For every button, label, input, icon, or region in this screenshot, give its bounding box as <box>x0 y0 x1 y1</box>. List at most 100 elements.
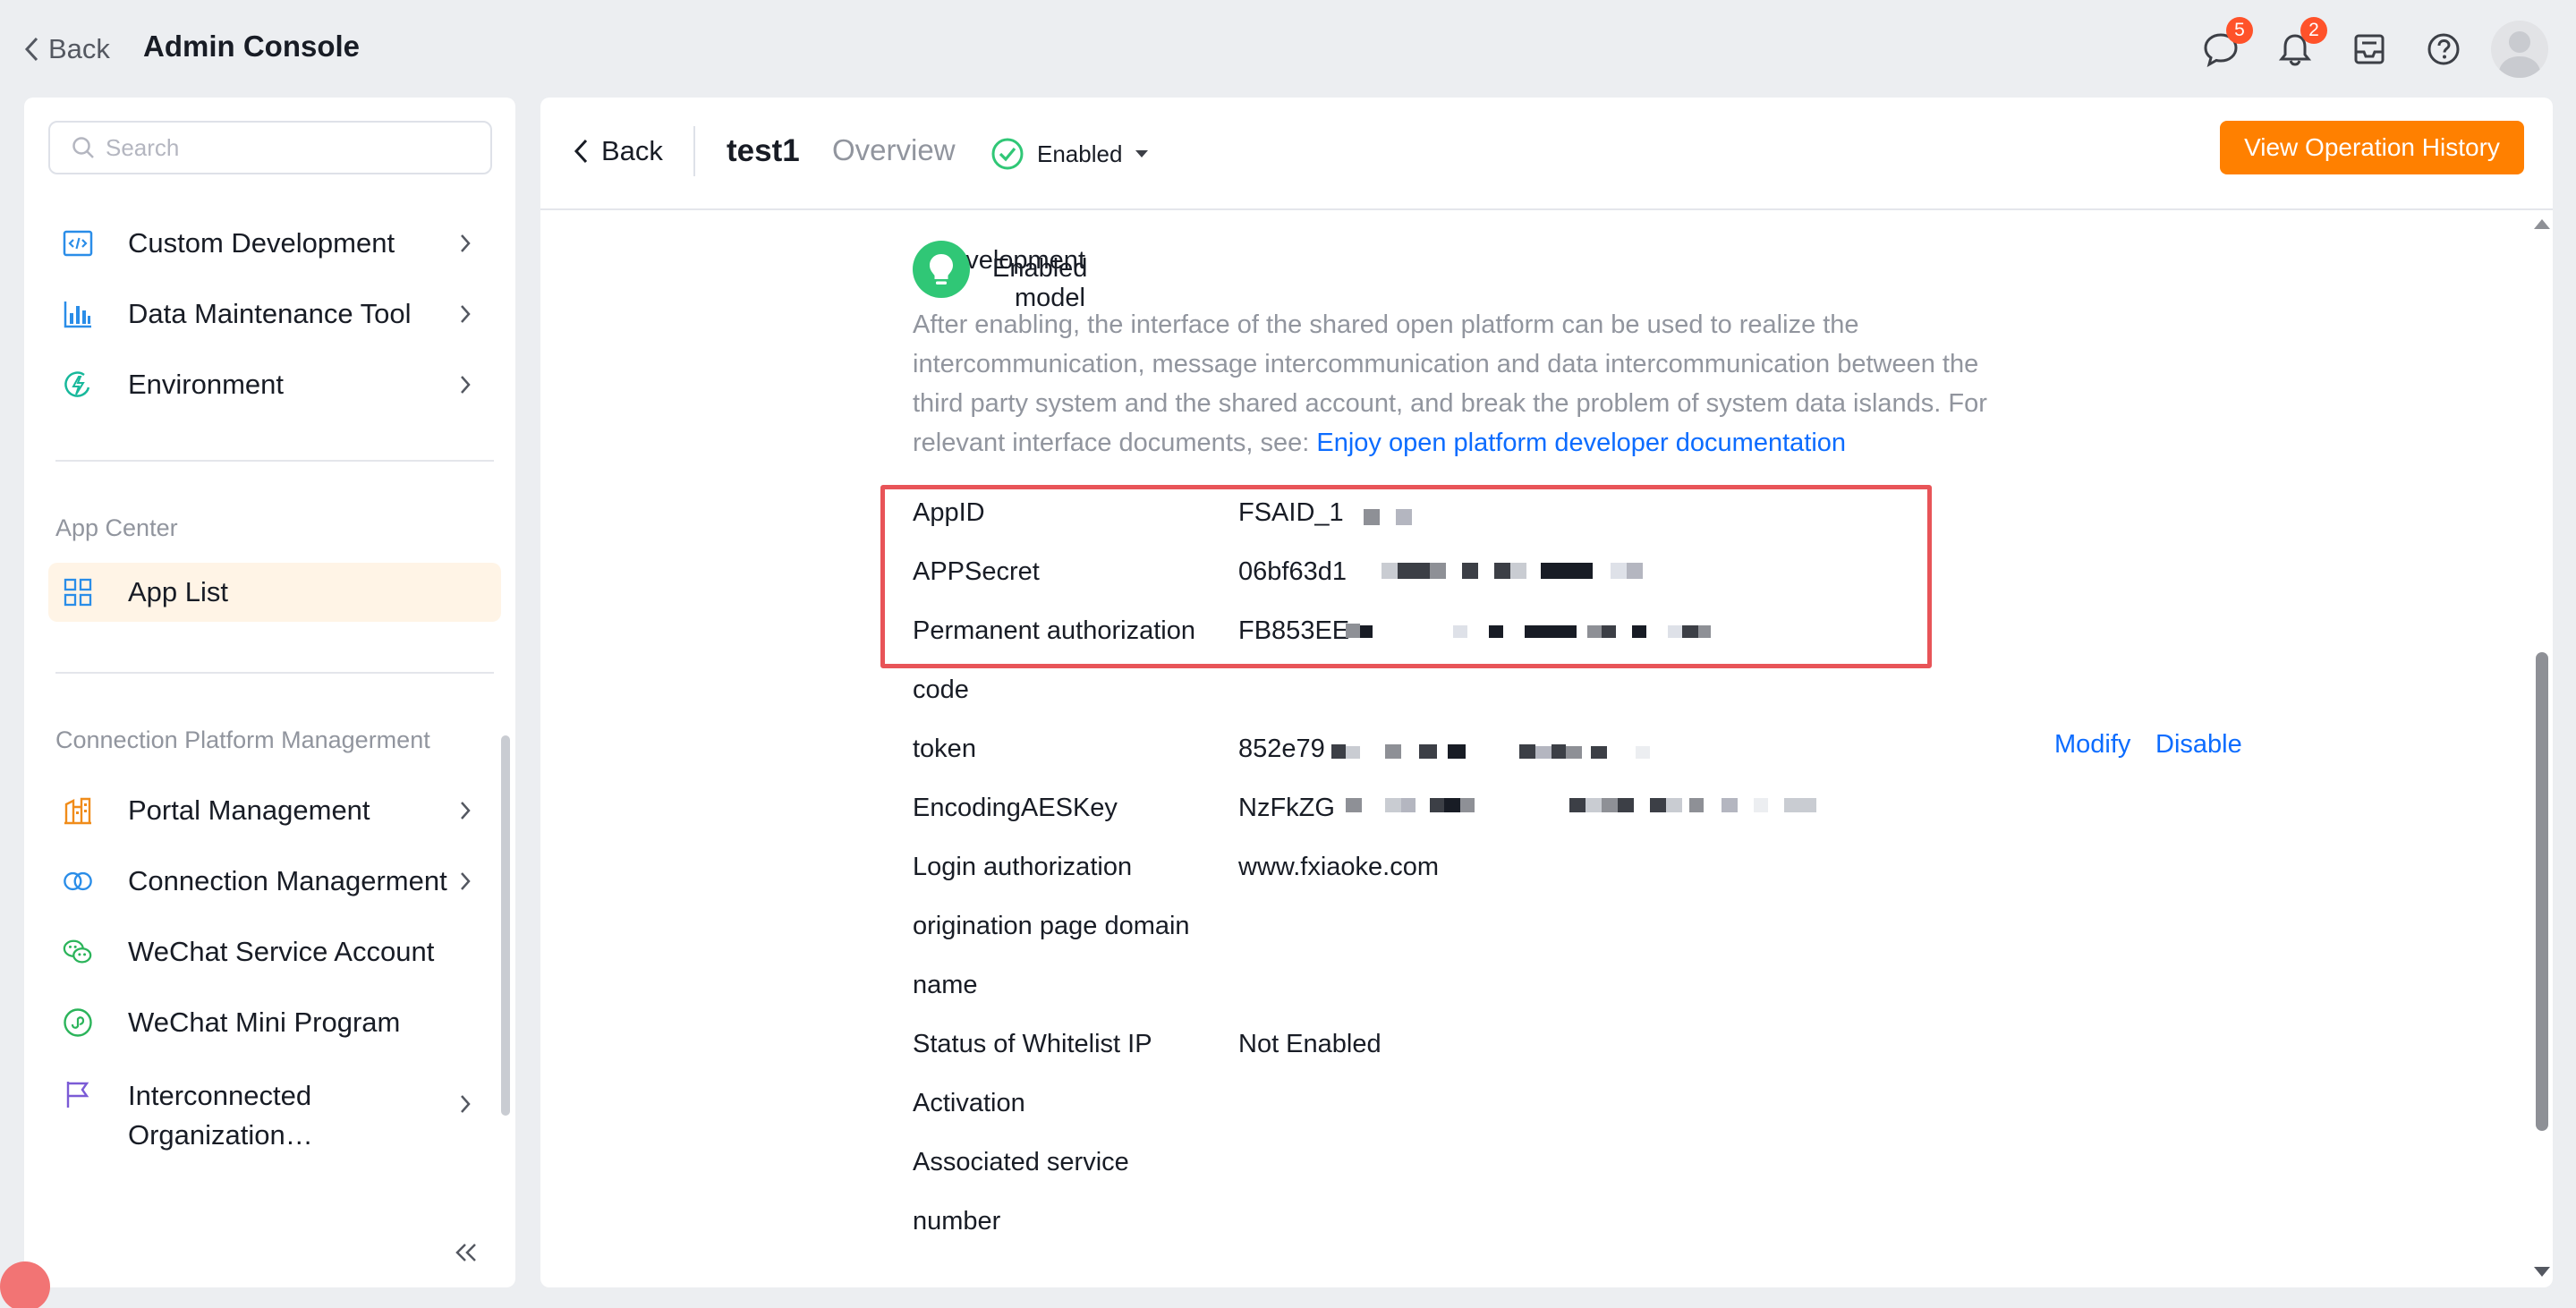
main-panel: Back test1 Overview Enabled View Operati… <box>540 98 2553 1287</box>
chevron-right-icon <box>461 802 471 820</box>
row-label-login-authorization: Login authorization <box>913 853 1133 881</box>
app-name: test1 <box>727 133 800 168</box>
status-label: Enabled <box>1037 140 1123 167</box>
developer-doc-link[interactable]: Enjoy open platform developer documentat… <box>1316 429 1846 457</box>
sidebar-item-wechat-mini-program[interactable]: WeChat Mini Program <box>48 993 501 1052</box>
sidebar-item-portal-management[interactable]: Portal Management <box>48 781 501 840</box>
floating-assistant-dot[interactable] <box>0 1261 50 1308</box>
messages-badge: 5 <box>2226 17 2253 44</box>
search-input[interactable] <box>106 133 463 162</box>
row-value-appid: FSAID_1 <box>1238 498 1344 527</box>
user-silhouette-icon <box>2498 31 2541 78</box>
row-label-origination-page-domain: origination page domain <box>913 912 1190 940</box>
app-detail-header: Back test1 Overview Enabled View Operati… <box>540 98 2553 210</box>
search-icon <box>72 137 94 158</box>
row-value-permanent-authorization: FB853EE <box>1238 616 1350 645</box>
sidebar-item-app-list[interactable]: App List <box>48 563 501 622</box>
top-back-label: Back <box>48 33 110 64</box>
notifications-button[interactable]: 2 <box>2275 17 2327 69</box>
scroll-down-arrow-icon[interactable] <box>2532 1265 2552 1279</box>
inbox-icon <box>2354 34 2385 64</box>
linked-circles-icon <box>63 866 93 896</box>
row-label-token: token <box>913 735 976 763</box>
dev-model-description: After enabling, the interface of the sha… <box>913 305 2031 463</box>
modify-token-link[interactable]: Modify <box>2054 730 2130 760</box>
check-circle-icon <box>991 138 1024 170</box>
lightbulb-icon <box>930 254 953 285</box>
sidebar-item-interconnected-organization[interactable]: Interconnected Organization… <box>48 1064 501 1162</box>
notifications-badge: 2 <box>2300 17 2327 44</box>
connection-platform-heading: Connection Platform Managerment <box>55 726 430 753</box>
messages-button[interactable]: 5 <box>2201 17 2253 69</box>
row-value-encodingaeskey: NzFkZG <box>1238 794 1335 822</box>
sidebar-item-connection-managerment[interactable]: Connection Managerment <box>48 852 501 911</box>
row-value-token: 852e79 <box>1238 735 1325 763</box>
chevron-right-icon <box>461 305 471 323</box>
sidebar-item-data-maintenance-tool[interactable]: Data Maintenance Tool <box>48 285 501 344</box>
row-label-appsecret: APPSecret <box>913 557 1040 586</box>
row-label-number: number <box>913 1207 1001 1236</box>
sidebar-item-label: WeChat Mini Program <box>128 1006 401 1038</box>
sidebar-scrollbar[interactable] <box>501 735 510 1116</box>
row-label-encodingaeskey: EncodingAESKey <box>913 794 1118 822</box>
app-back-button[interactable]: Back <box>573 129 663 174</box>
app-title: Admin Console <box>143 30 361 63</box>
scroll-up-arrow-icon[interactable] <box>2532 217 2552 231</box>
sidebar-item-wechat-service-account[interactable]: WeChat Service Account <box>48 922 501 981</box>
sidebar-item-label: WeChat Service Account <box>128 936 435 967</box>
sidebar-divider <box>55 672 494 674</box>
chevron-right-icon <box>461 234 471 252</box>
view-operation-history-button[interactable]: View Operation History <box>2220 121 2524 174</box>
dev-model-status: Enabled <box>992 254 1088 283</box>
collapse-sidebar-icon[interactable] <box>453 1241 480 1264</box>
row-label-code: code <box>913 675 969 704</box>
bar-chart-icon <box>63 299 93 329</box>
row-label-permanent-authorization: Permanent authorization <box>913 616 1195 645</box>
chevron-right-icon <box>461 1095 471 1113</box>
wechat-icon <box>63 937 93 967</box>
mini-program-icon <box>63 1007 93 1038</box>
help-button[interactable] <box>2424 30 2463 69</box>
avatar[interactable] <box>2491 21 2548 78</box>
sidebar-search[interactable] <box>48 121 492 174</box>
chevron-right-icon <box>461 376 471 394</box>
redaction-mask <box>1364 509 1417 525</box>
inbox-button[interactable] <box>2350 30 2389 69</box>
sidebar-divider <box>55 460 494 462</box>
row-value-whitelist-ip: Not Enabled <box>1238 1030 1382 1058</box>
building-icon <box>63 795 93 826</box>
caret-down-icon <box>1135 150 1149 157</box>
redaction-mask <box>1331 744 1707 760</box>
sidebar-item-label: Connection Managerment <box>128 865 447 896</box>
flag-icon <box>63 1079 93 1109</box>
top-back-button[interactable]: Back <box>23 30 110 68</box>
row-label-name: name <box>913 971 978 999</box>
sidebar: Custom Development Data Maintenance Tool… <box>24 98 515 1287</box>
sidebar-item-custom-development[interactable]: Custom Development <box>48 214 501 273</box>
row-label-whitelist-ip: Status of Whitelist IP <box>913 1030 1152 1058</box>
tab-overview[interactable]: Overview <box>832 133 956 167</box>
sidebar-item-environment[interactable]: Environment <box>48 355 501 414</box>
redaction-mask <box>1346 624 1739 640</box>
sidebar-item-label: App List <box>128 576 229 607</box>
grid-icon <box>63 577 93 607</box>
app-center-heading: App Center <box>55 514 178 541</box>
question-circle-icon <box>2427 33 2460 65</box>
sidebar-item-label: Environment <box>128 369 285 400</box>
disable-token-link[interactable]: Disable <box>2155 730 2242 760</box>
app-back-label: Back <box>601 135 663 166</box>
row-label-appid: AppID <box>913 498 985 527</box>
status-dropdown[interactable]: Enabled <box>990 136 1149 172</box>
main-scrollbar-thumb[interactable] <box>2536 652 2548 1131</box>
dev-model-toggle[interactable] <box>913 241 970 298</box>
sidebar-item-label: Custom Development <box>128 227 395 259</box>
environment-icon <box>63 369 93 400</box>
sidebar-item-label: Interconnected Organization… <box>128 1080 313 1151</box>
top-bar: Back Admin Console 5 2 <box>0 0 2576 98</box>
redaction-mask <box>1346 796 1847 812</box>
row-value-appsecret: 06bf63d1 <box>1238 557 1347 586</box>
row-value-login-authorization: www.fxiaoke.com <box>1238 853 1440 881</box>
chevron-left-icon <box>24 37 38 62</box>
code-window-icon <box>63 228 93 259</box>
chevron-right-icon <box>461 872 471 890</box>
